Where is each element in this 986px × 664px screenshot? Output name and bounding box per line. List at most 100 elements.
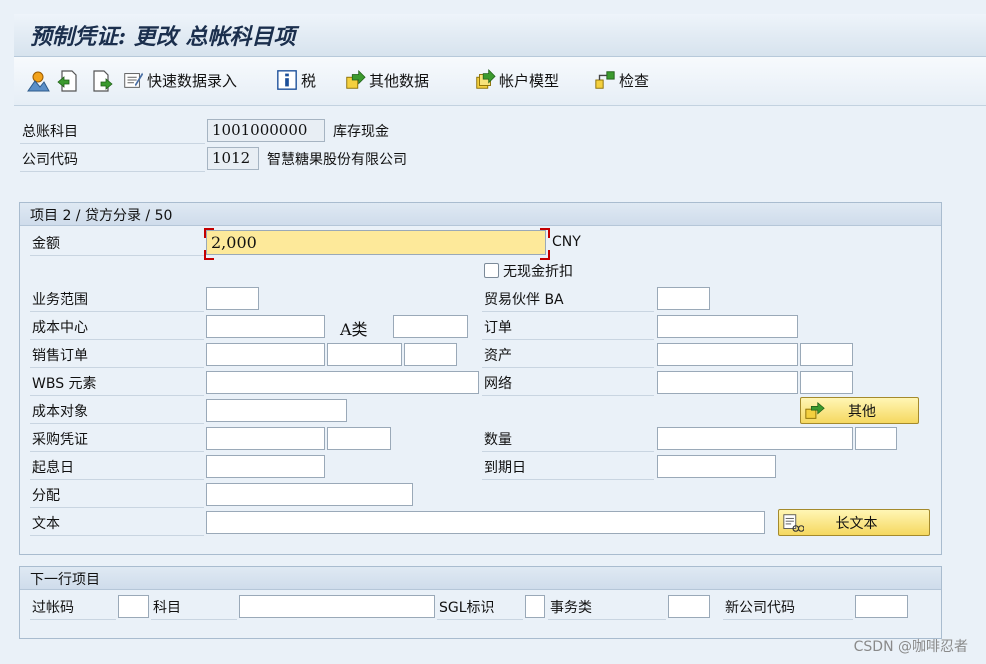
new-company-code-input[interactable] (855, 595, 908, 618)
gl-account-field: 1001000000 (207, 119, 325, 142)
cost-center-input[interactable] (206, 315, 325, 338)
due-date-input[interactable] (657, 455, 776, 478)
business-area-input[interactable] (206, 287, 259, 310)
more-button[interactable]: 其他 (800, 397, 919, 424)
sgl-indicator-underline (437, 619, 523, 620)
tax-button[interactable]: 税 (276, 68, 316, 92)
assignment-label: 分配 (32, 488, 60, 504)
order-underline (482, 339, 654, 340)
check-label: 检查 (619, 71, 650, 90)
order-input[interactable] (657, 315, 798, 338)
purchasing-doc-label: 采购凭证 (32, 432, 88, 448)
network-underline (482, 395, 654, 396)
gl-account-underline (20, 143, 205, 144)
asset-sub-input[interactable] (800, 343, 853, 366)
text-input[interactable] (206, 511, 765, 534)
account-underline (151, 619, 237, 620)
long-text-button-label: 长文本 (835, 515, 878, 532)
transaction-type-label: 事务类 (550, 600, 592, 616)
posting-key-input[interactable] (118, 595, 149, 618)
transaction-type-input[interactable] (668, 595, 710, 618)
cost-object-label: 成本对象 (32, 404, 88, 420)
sales-order-underline (30, 367, 204, 368)
focus-corner-tr (540, 228, 550, 238)
asset-underline (482, 367, 654, 368)
amount-underline (30, 255, 204, 256)
sales-order-label: 销售订单 (32, 348, 88, 364)
wbs-element-input[interactable] (206, 371, 479, 394)
account-model-button[interactable]: 帐户模型 (474, 68, 559, 92)
order-label: 订单 (484, 320, 512, 336)
value-date-underline (30, 479, 204, 480)
account-input[interactable] (239, 595, 435, 618)
wbs-element-underline (30, 395, 204, 396)
previous-document-icon[interactable] (56, 69, 80, 93)
sales-order-item-input[interactable] (327, 343, 402, 366)
fast-entry-icon (124, 72, 144, 88)
quantity-input[interactable] (657, 427, 853, 450)
trading-partner-ba-input[interactable] (657, 287, 710, 310)
other-data-label: 其他数据 (369, 71, 430, 90)
sales-order-input[interactable] (206, 343, 325, 366)
assignment-underline (30, 507, 204, 508)
sgl-indicator-input[interactable] (525, 595, 545, 618)
overview-icon[interactable] (26, 69, 50, 93)
business-area-underline (30, 311, 204, 312)
other-data-button[interactable]: 其他数据 (344, 68, 429, 92)
company-code-label: 公司代码 (22, 152, 78, 168)
value-date-label: 起息日 (32, 460, 74, 476)
network-activity-input[interactable] (800, 371, 853, 394)
focus-corner-tl (204, 228, 214, 238)
info-icon (277, 70, 297, 90)
no-cash-discount-checkbox[interactable] (484, 263, 499, 278)
a-class-label: A类 (340, 320, 368, 339)
posting-key-label: 过帐码 (32, 600, 74, 616)
purchasing-doc-input[interactable] (206, 427, 325, 450)
trading-partner-ba-label: 贸易伙伴 BA (484, 292, 564, 308)
asset-label: 资产 (484, 348, 512, 364)
due-date-label: 到期日 (484, 460, 526, 476)
more-button-label: 其他 (848, 403, 876, 420)
quantity-unit-input[interactable] (855, 427, 897, 450)
account-model-label: 帐户模型 (499, 71, 560, 90)
amount-input[interactable]: 2,000 (206, 230, 546, 255)
purchasing-doc-underline (30, 451, 204, 452)
application-toolbar: 快速数据录入 税 其他数据 帐户模型 检查 (14, 57, 986, 106)
text-label: 文本 (32, 516, 60, 532)
due-date-underline (482, 479, 654, 480)
item-group-title: 项目 2 / 贷方分录 / 50 (30, 208, 173, 224)
tax-label: 税 (301, 71, 317, 90)
cost-object-underline (30, 423, 204, 424)
next-document-icon[interactable] (90, 69, 114, 93)
company-code-underline (20, 171, 205, 172)
fast-data-entry-label: 快速数据录入 (147, 71, 238, 90)
gl-account-text: 库存现金 (333, 124, 389, 140)
wbs-element-label: WBS 元素 (32, 376, 97, 392)
fast-data-entry-button[interactable]: 快速数据录入 (122, 68, 237, 92)
cost-object-input[interactable] (206, 399, 347, 422)
long-text-button[interactable]: 长文本 (778, 509, 930, 536)
quantity-underline (482, 451, 654, 452)
business-area-label: 业务范围 (32, 292, 88, 308)
asset-input[interactable] (657, 343, 798, 366)
cost-center-underline (30, 339, 204, 340)
trading-partner-ba-underline (482, 311, 654, 312)
focus-corner-bl (204, 250, 214, 260)
check-button[interactable]: 检查 (594, 68, 649, 92)
account-model-icon (476, 69, 496, 89)
value-date-input[interactable] (206, 455, 325, 478)
check-icon (595, 71, 615, 89)
assignment-input[interactable] (206, 483, 413, 506)
sgl-indicator-label: SGL标识 (439, 600, 495, 616)
next-item-group-header: 下一行项目 (20, 567, 941, 590)
sales-order-schedule-input[interactable] (404, 343, 457, 366)
purchasing-doc-item-input[interactable] (327, 427, 391, 450)
next-item-group-title: 下一行项目 (30, 572, 100, 588)
no-cash-discount-label: 无现金折扣 (503, 264, 573, 280)
a-class-input[interactable] (393, 315, 468, 338)
amount-label: 金额 (32, 236, 60, 252)
long-text-icon (783, 513, 804, 532)
network-input[interactable] (657, 371, 798, 394)
new-company-code-label: 新公司代码 (725, 600, 795, 616)
gl-account-label: 总账科目 (22, 124, 78, 140)
